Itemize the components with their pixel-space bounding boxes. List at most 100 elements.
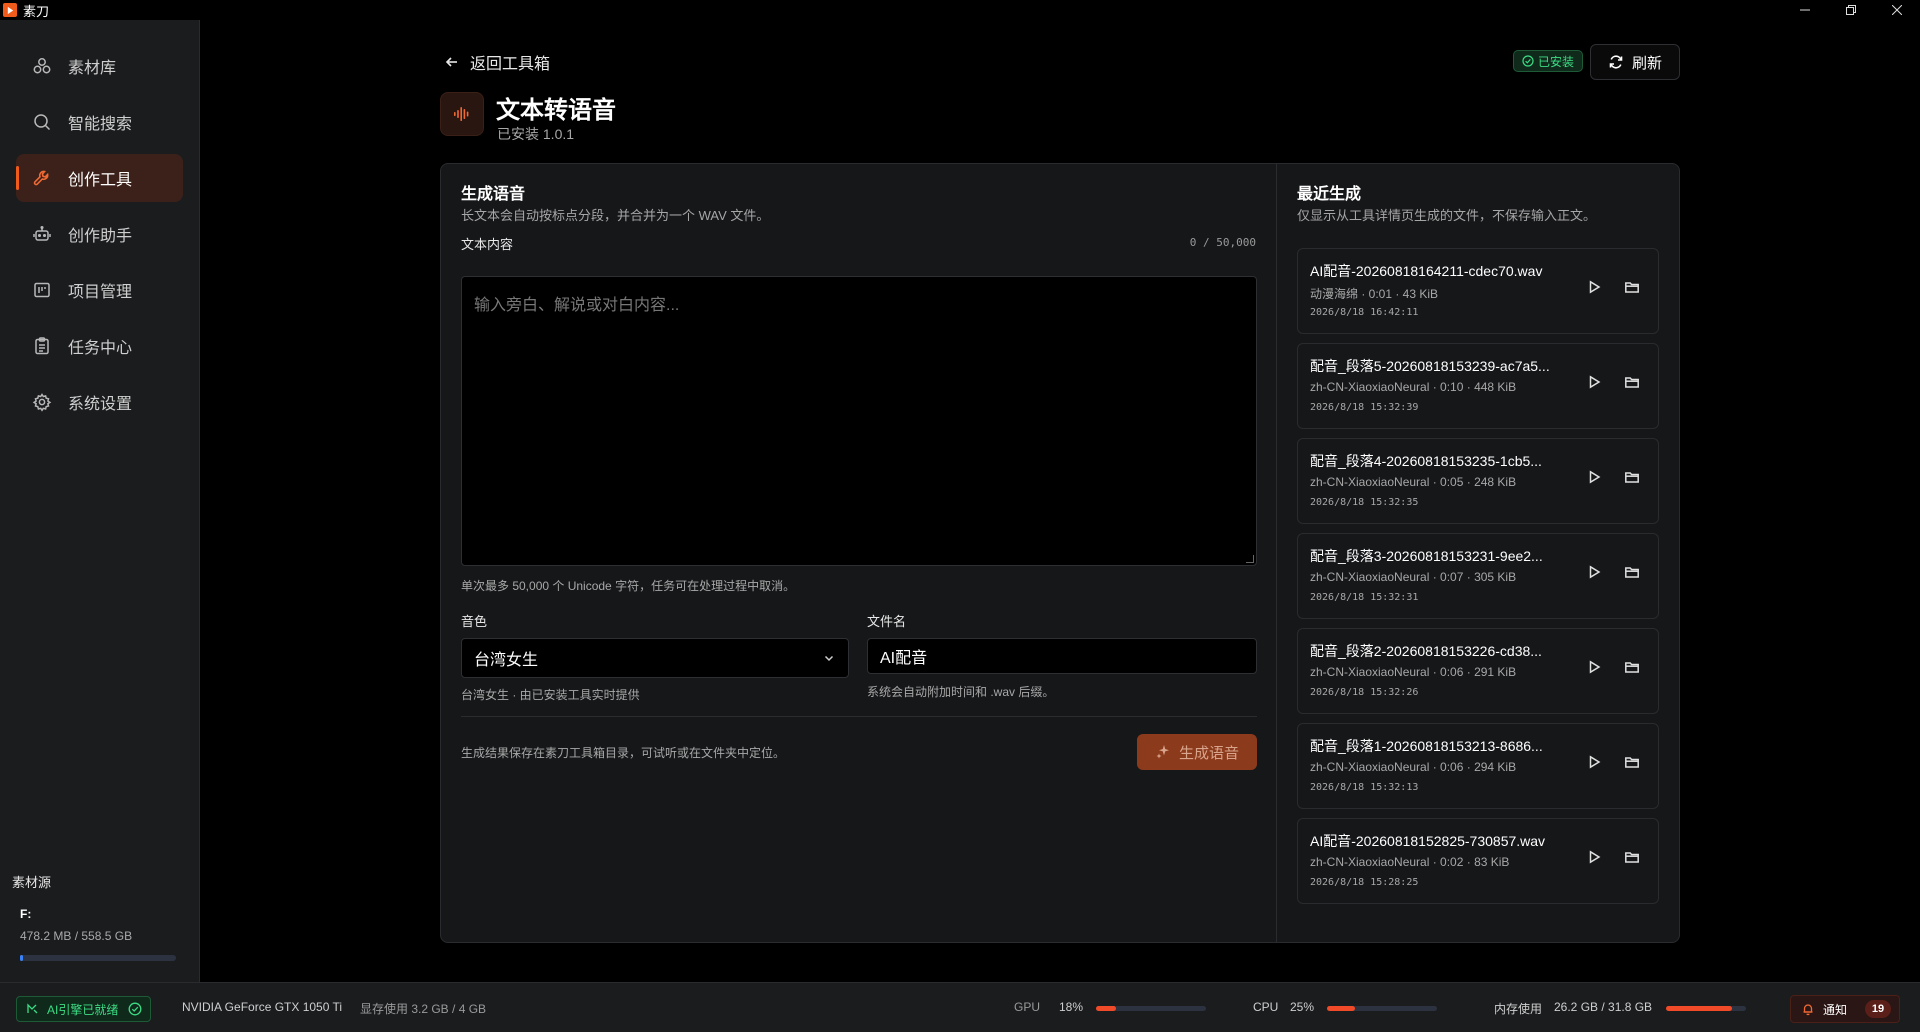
tool-panel: 生成语音 长文本会自动按标点分段，并合并为一个 WAV 文件。 文本内容 0 /…: [440, 163, 1680, 943]
character-count: 0 / 50,000: [1189, 236, 1256, 249]
asset-source-drive[interactable]: F:: [20, 907, 188, 921]
filename-label: 文件名: [867, 614, 907, 629]
play-button[interactable]: [1578, 841, 1610, 873]
back-to-toolbox-link[interactable]: 返回工具箱: [444, 50, 550, 74]
notification-count-badge: 19: [1865, 1000, 1892, 1018]
play-icon: [1589, 375, 1601, 389]
asset-source-usage-fill: [20, 955, 24, 961]
voice-label: 音色: [461, 614, 488, 629]
app-title: 素刀: [23, 3, 50, 19]
file-time: 2026/8/18 15:32:31: [1310, 592, 1419, 603]
sidebar-item-creative-tools[interactable]: 创作工具: [16, 154, 183, 202]
open-folder-button[interactable]: [1616, 271, 1648, 303]
tool-version: 已安装 1.0.1: [497, 126, 575, 142]
check-circle-icon: [1522, 55, 1534, 67]
play-icon: [1589, 565, 1601, 579]
wrench-icon: [32, 168, 52, 188]
filename-input[interactable]: AI配音: [867, 638, 1257, 674]
installed-badge-label: 已安装: [1538, 54, 1575, 69]
play-button[interactable]: [1578, 271, 1610, 303]
play-button[interactable]: [1578, 556, 1610, 588]
back-link-label: 返回工具箱: [470, 56, 551, 73]
voice-select-value: 台湾女生: [474, 652, 539, 669]
file-meta: zh-CN-XiaoxiaoNeural · 0:06 · 294 KiB: [1310, 760, 1517, 774]
recent-file-card: 配音_段落3-20260818153231-9ee2... zh-CN-Xiao…: [1297, 533, 1659, 619]
sidebar-nav: 素材库 智能搜索 创作工具 创作助手 项目管理 任务中心 系统设置: [0, 42, 199, 426]
asset-source-usage-bar: [20, 955, 176, 961]
text-content-input[interactable]: 输入旁白、解说或对白内容...: [461, 276, 1257, 566]
play-icon: [1589, 755, 1601, 769]
voice-select[interactable]: 台湾女生: [461, 638, 849, 678]
textarea-resize-handle[interactable]: [1246, 555, 1254, 563]
text-limit-hint: 单次最多 50,000 个 Unicode 字符，任务可在处理过程中取消。: [461, 579, 796, 593]
asset-source-title: 素材源: [12, 875, 52, 890]
file-name: AI配音-20260818164211-cdec70.wav: [1310, 263, 1543, 279]
file-time: 2026/8/18 15:32:26: [1310, 687, 1419, 698]
restore-button[interactable]: [1828, 0, 1874, 20]
refresh-label: 刷新: [1631, 54, 1662, 72]
page-title: 文本转语音: [496, 97, 616, 124]
chevron-down-icon: [824, 655, 834, 662]
folder-icon: [1625, 282, 1639, 293]
sidebar-item-creative-assistant[interactable]: 创作助手: [16, 210, 183, 258]
file-time: 2026/8/18 15:32:13: [1310, 782, 1419, 793]
notifications-button[interactable]: 通知 19: [1790, 995, 1900, 1023]
file-meta: zh-CN-XiaoxiaoNeural · 0:06 · 291 KiB: [1310, 665, 1517, 679]
audio-waveform-icon: [440, 92, 484, 136]
sidebar-item-label: 系统设置: [68, 396, 133, 413]
robot-icon: [32, 224, 52, 244]
open-folder-button[interactable]: [1616, 556, 1648, 588]
sidebar-item-asset-library[interactable]: 素材库: [16, 42, 183, 90]
section-divider: [461, 716, 1257, 717]
memory-usage-bar: [1666, 1006, 1746, 1011]
generate-speech-button[interactable]: 生成语音: [1137, 734, 1257, 770]
title-bar: 素刀: [0, 0, 1920, 20]
minimize-button[interactable]: [1782, 0, 1828, 20]
open-folder-button[interactable]: [1616, 746, 1648, 778]
open-folder-button[interactable]: [1616, 841, 1648, 873]
play-button[interactable]: [1578, 366, 1610, 398]
open-folder-button[interactable]: [1616, 651, 1648, 683]
open-folder-button[interactable]: [1616, 461, 1648, 493]
sidebar-item-smart-search[interactable]: 智能搜索: [16, 98, 183, 146]
folder-icon: [1625, 377, 1639, 388]
text-content-placeholder: 输入旁白、解说或对白内容...: [474, 297, 680, 314]
file-meta: zh-CN-XiaoxiaoNeural · 0:02 · 83 KiB: [1310, 855, 1510, 869]
file-name: AI配音-20260818152825-730857.wav: [1310, 833, 1546, 849]
file-name: 配音_段落1-20260818153213-8686...: [1310, 738, 1543, 754]
recent-file-card: AI配音-20260818152825-730857.wav zh-CN-Xia…: [1297, 818, 1659, 904]
sidebar-item-system-settings[interactable]: 系统设置: [16, 378, 183, 426]
cpu-label: CPU: [1253, 1000, 1279, 1014]
play-icon: [1589, 470, 1601, 484]
file-meta: zh-CN-XiaoxiaoNeural · 0:10 · 448 KiB: [1310, 380, 1517, 394]
filename-input-value: AI配音: [880, 650, 928, 667]
recent-section-title: 最近生成: [1297, 186, 1362, 203]
file-time: 2026/8/18 15:32:35: [1310, 497, 1419, 508]
open-folder-button[interactable]: [1616, 366, 1648, 398]
file-meta: zh-CN-XiaoxiaoNeural · 0:05 · 248 KiB: [1310, 475, 1517, 489]
sidebar-item-task-center[interactable]: 任务中心: [16, 322, 183, 370]
voice-hint: 台湾女生 · 由已安装工具实时提供: [461, 688, 640, 702]
play-button[interactable]: [1578, 746, 1610, 778]
sidebar-item-label: 项目管理: [68, 284, 133, 301]
gpu-usage-fill: [1096, 1006, 1116, 1011]
folder-icon: [1625, 662, 1639, 673]
memory-usage-value: 26.2 GB / 31.8 GB: [1554, 1000, 1653, 1014]
cpu-usage-value: 25%: [1290, 1000, 1315, 1014]
folder-icon: [1625, 852, 1639, 863]
search-icon: [32, 112, 52, 132]
ai-engine-icon: [27, 1003, 38, 1014]
refresh-button[interactable]: 刷新: [1590, 44, 1680, 80]
close-button[interactable]: [1874, 0, 1920, 20]
play-button[interactable]: [1578, 651, 1610, 683]
recent-file-card: AI配音-20260818164211-cdec70.wav 动漫海绵 · 0:…: [1297, 248, 1659, 334]
sidebar-item-project-management[interactable]: 项目管理: [16, 266, 183, 314]
file-time: 2026/8/18 15:32:39: [1310, 402, 1419, 413]
generate-button-label: 生成语音: [1178, 744, 1239, 762]
sidebar-item-label: 任务中心: [68, 340, 133, 357]
file-meta: 动漫海绵 · 0:01 · 43 KiB: [1310, 287, 1439, 301]
close-icon: [1892, 5, 1902, 15]
play-button[interactable]: [1578, 461, 1610, 493]
ai-engine-status[interactable]: AI引擎已就绪: [16, 996, 152, 1022]
file-name: 配音_段落3-20260818153231-9ee2...: [1310, 548, 1543, 564]
